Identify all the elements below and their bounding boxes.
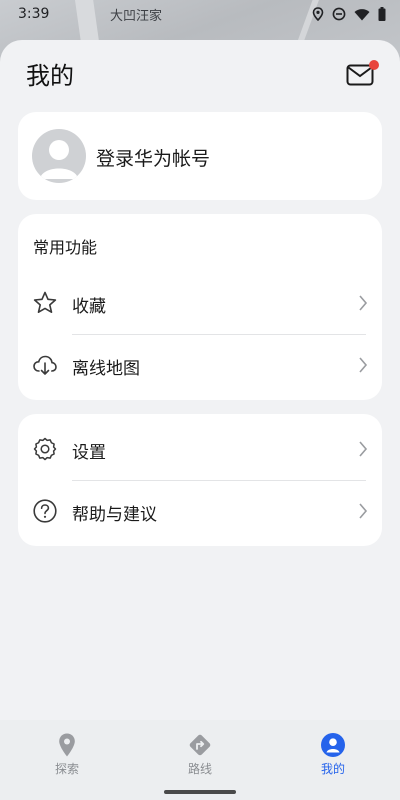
bottom-nav: 探索 路线 我的 <box>0 720 400 800</box>
wifi-icon <box>354 8 370 20</box>
login-card[interactable]: 登录华为帐号 <box>18 112 382 200</box>
help-icon <box>33 499 57 523</box>
route-icon <box>189 734 211 756</box>
page-title: 我的 <box>26 62 74 90</box>
star-icon <box>33 291 57 313</box>
chevron-right-icon <box>359 295 368 311</box>
avatar <box>32 129 86 183</box>
profile-sheet: 我的 登录华为帐号 常用功能 收藏 离线地图 设置 帮助与建议 <box>0 40 400 800</box>
battery-icon <box>378 7 386 21</box>
nav-mine-label: 我的 <box>320 762 345 776</box>
section-title: 常用功能 <box>33 238 98 257</box>
location-status-icon <box>312 7 324 21</box>
status-icons <box>312 7 386 21</box>
settings-card: 设置 帮助与建议 <box>18 414 382 546</box>
person-icon <box>321 733 345 757</box>
status-bar: 3:39 <box>0 0 400 28</box>
help-feedback-row[interactable]: 帮助与建议 <box>18 480 382 542</box>
offline-map-label: 离线地图 <box>72 359 140 379</box>
status-time: 3:39 <box>18 6 50 22</box>
favorites-label: 收藏 <box>72 297 106 317</box>
chevron-right-icon <box>359 503 368 519</box>
nav-route[interactable]: 路线 <box>160 732 240 780</box>
nav-explore-label: 探索 <box>54 762 79 776</box>
cloud-download-icon <box>33 355 57 375</box>
gear-icon <box>33 437 57 461</box>
common-functions-card: 常用功能 收藏 离线地图 <box>18 214 382 400</box>
settings-label: 设置 <box>72 443 106 463</box>
nav-mine[interactable]: 我的 <box>293 732 373 780</box>
location-pin-icon <box>59 733 75 757</box>
default-avatar-icon <box>40 140 78 179</box>
settings-row[interactable]: 设置 <box>18 418 382 480</box>
nav-route-label: 路线 <box>187 762 212 776</box>
messages-button[interactable] <box>346 60 379 88</box>
offline-map-row[interactable]: 离线地图 <box>18 334 382 396</box>
help-feedback-label: 帮助与建议 <box>72 505 157 525</box>
notification-badge <box>369 60 379 70</box>
nav-explore[interactable]: 探索 <box>27 732 107 780</box>
login-label: 登录华为帐号 <box>96 148 211 170</box>
chevron-right-icon <box>359 441 368 457</box>
chevron-right-icon <box>359 357 368 373</box>
favorites-row[interactable]: 收藏 <box>18 272 382 334</box>
gesture-bar <box>164 790 236 794</box>
do-not-disturb-icon <box>332 7 346 21</box>
